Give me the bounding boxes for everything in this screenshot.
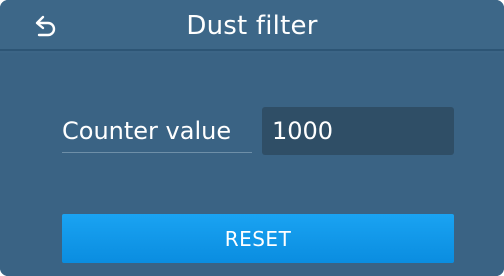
page-title: Dust filter: [186, 10, 318, 41]
dust-filter-screen: Dust filter Counter value 1000 RESET: [0, 0, 504, 276]
counter-value-label: Counter value: [62, 109, 252, 153]
header-bar: Dust filter: [0, 0, 504, 51]
counter-value-field[interactable]: 1000: [262, 107, 454, 155]
reset-button[interactable]: RESET: [62, 214, 454, 263]
